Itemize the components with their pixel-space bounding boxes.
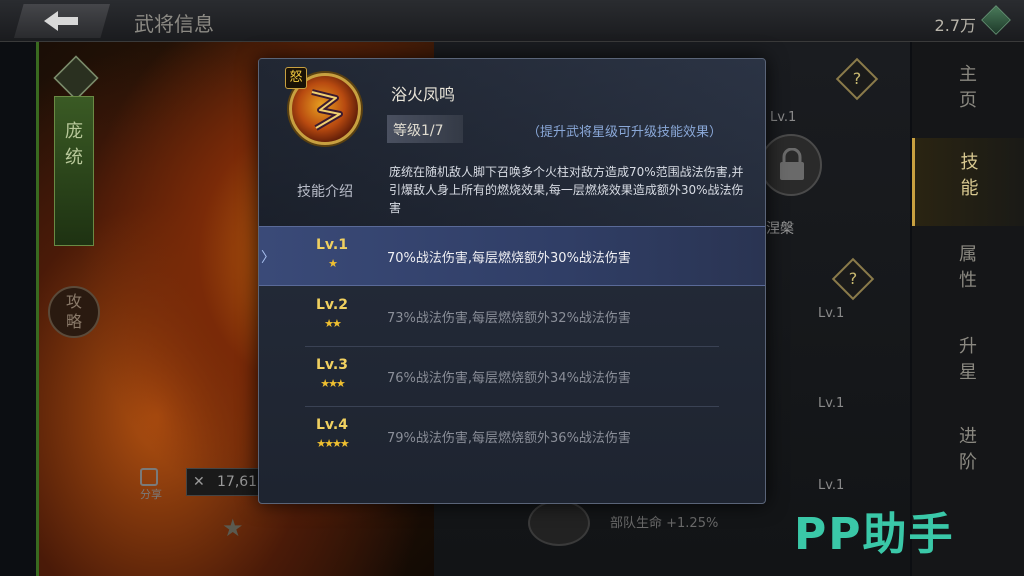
share-label: 分享	[140, 488, 162, 501]
troop-buff-text: 部队生命 +1.25%	[610, 516, 719, 531]
top-bar: 武将信息 2.7万	[0, 0, 1024, 42]
skill-level-label: Lv.1	[770, 110, 797, 125]
skill-level-label: Lv.1	[818, 478, 845, 493]
skill-name: 浴火凤鸣	[391, 85, 456, 104]
level-effect: 79%战法伤害,每层燃烧额外36%战法伤害	[387, 431, 631, 446]
level-row[interactable]: 〉 Lv.1 ★ 70%战法伤害,每层燃烧额外30%战法伤害	[259, 226, 765, 286]
skill-level: 等级1/7	[387, 115, 463, 143]
skill-level-label: Lv.1	[818, 396, 845, 411]
strategy-char: 攻	[65, 292, 82, 311]
sidebar: 主 页 技 能 属 性 升 星 进 阶	[912, 42, 1024, 576]
strategy-char: 略	[65, 312, 82, 331]
back-button[interactable]	[14, 4, 110, 38]
tab-home[interactable]: 主 页	[912, 62, 1024, 150]
lock-icon	[780, 148, 804, 180]
level-tag: Lv.1	[316, 237, 348, 253]
level-tag: Lv.2	[316, 297, 348, 313]
level-stars: ★	[328, 257, 338, 270]
nirvana-label: 涅槃	[766, 221, 794, 237]
share-icon	[140, 468, 158, 486]
level-row[interactable]: Lv.2 ★★ 73%战法伤害,每层燃烧额外32%战法伤害	[305, 287, 719, 347]
skill-level-label: Lv.1	[818, 306, 845, 321]
level-effect: 70%战法伤害,每层燃烧额外30%战法伤害	[387, 251, 631, 266]
hero-name-char: 统	[65, 147, 83, 168]
level-row[interactable]: Lv.4 ★★★★ 79%战法伤害,每层燃烧额外36%战法伤害	[305, 407, 719, 467]
level-stars: ★★★★	[316, 437, 349, 450]
skill-description: 庞统在随机敌人脚下召唤多个火柱对敌方造成70%范围战法伤害,并引爆敌人身上所有的…	[389, 165, 744, 215]
level-stars: ★★★	[320, 377, 346, 390]
tab-attributes[interactable]: 属 性	[912, 242, 1024, 330]
level-row[interactable]: Lv.3 ★★★ 76%战法伤害,每层燃烧额外34%战法伤害	[305, 347, 719, 407]
tab-star-up[interactable]: 升 星	[912, 334, 1024, 422]
hero-name-tag: 庞 统	[54, 96, 94, 246]
crossed-swords-icon: ✕	[193, 474, 205, 490]
fire-phoenix-icon	[311, 89, 343, 131]
page-title: 武将信息	[134, 12, 214, 36]
level-tag: Lv.3	[316, 357, 348, 373]
level-stars: ★★	[324, 317, 342, 330]
locked-skill-slot[interactable]	[528, 500, 590, 546]
strategy-button[interactable]: 攻 略	[48, 286, 100, 338]
rage-badge: 怒	[285, 67, 307, 89]
level-effect: 76%战法伤害,每层燃烧额外34%战法伤害	[387, 371, 631, 386]
skill-intro-label: 技能介绍	[297, 184, 353, 200]
back-arrow-icon	[44, 11, 78, 31]
jade-currency-icon[interactable]	[981, 5, 1011, 35]
chevron-right-icon: 〉	[261, 250, 275, 266]
hero-name-char: 庞	[65, 121, 83, 142]
locked-skill-slot[interactable]	[760, 134, 822, 196]
combat-power: ✕ 17,610	[186, 468, 266, 496]
watermark-logo: PP助手	[794, 509, 955, 560]
star-icon: ★	[222, 514, 244, 542]
upgrade-hint: （提升武将星级可升级技能效果）	[527, 125, 723, 140]
level-effect: 73%战法伤害,每层燃烧额外32%战法伤害	[387, 311, 631, 326]
level-tag: Lv.4	[316, 417, 348, 433]
skill-detail-modal: 怒 浴火凤鸣 等级1/7 （提升武将星级可升级技能效果） 技能介绍 庞统在随机敌…	[258, 58, 766, 504]
currency-amount: 2.7万	[934, 16, 976, 35]
share-button[interactable]: 分享	[140, 468, 162, 502]
tab-skills[interactable]: 技 能	[912, 138, 1024, 226]
